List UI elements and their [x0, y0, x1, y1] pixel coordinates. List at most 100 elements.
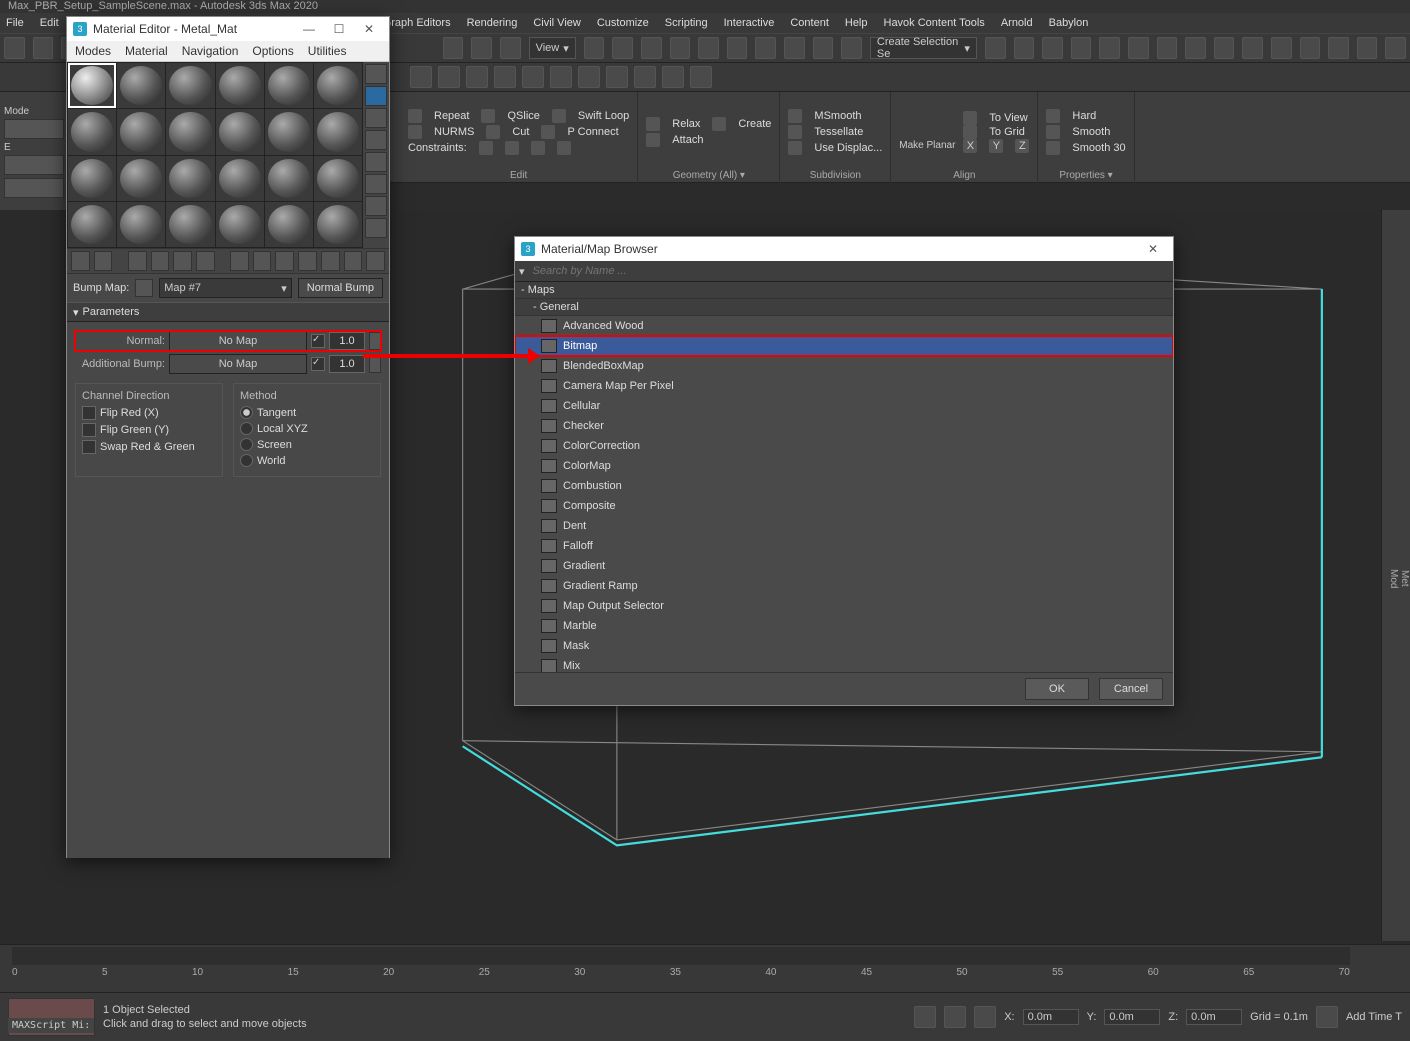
toolbar-icon[interactable] — [690, 66, 712, 88]
pconnect-button[interactable]: P Connect — [567, 126, 618, 138]
toolbar-icon[interactable] — [550, 66, 572, 88]
map-item-composite[interactable]: Composite — [515, 496, 1173, 516]
constraint-icon[interactable] — [531, 141, 545, 155]
put-to-scene-icon[interactable] — [94, 251, 113, 271]
search-input[interactable] — [531, 264, 1169, 278]
sample-slot[interactable] — [117, 63, 165, 108]
msmooth-button[interactable]: MSmooth — [814, 110, 861, 122]
map-item-marble[interactable]: Marble — [515, 616, 1173, 636]
material-editor-titlebar[interactable]: 3 Material Editor - Metal_Mat — ☐ ✕ — [67, 17, 389, 41]
sample-slot[interactable] — [216, 63, 264, 108]
me-menu-navigation[interactable]: Navigation — [182, 44, 239, 58]
time-tag-icon[interactable] — [1316, 1006, 1338, 1028]
toolbar-icon[interactable] — [1242, 37, 1263, 59]
go-sibling-icon[interactable] — [366, 251, 385, 271]
menu-babylon[interactable]: Babylon — [1049, 17, 1089, 29]
sample-slot[interactable] — [166, 202, 214, 247]
search-options-icon[interactable]: ▾ — [519, 265, 525, 278]
maps-header[interactable]: - Maps — [515, 282, 1173, 299]
toolbar-icon[interactable] — [1128, 37, 1149, 59]
toolbar-icon[interactable] — [1042, 37, 1063, 59]
material-map-navigator-icon[interactable] — [365, 218, 387, 238]
cut-button[interactable]: Cut — [512, 126, 529, 138]
displace-button[interactable]: Use Displac... — [814, 142, 882, 154]
map-item-checker[interactable]: Checker — [515, 416, 1173, 436]
sample-slot[interactable] — [68, 202, 116, 247]
toolbar-icon[interactable] — [606, 66, 628, 88]
spinner-arrows[interactable] — [369, 332, 381, 350]
additional-bump-button[interactable]: No Map — [169, 354, 307, 374]
toolbar-icon[interactable] — [698, 37, 719, 59]
smooth-button[interactable]: Smooth — [1072, 126, 1110, 138]
isolate-icon[interactable] — [914, 1006, 936, 1028]
makeplanar-icon[interactable] — [915, 114, 939, 138]
create-icon[interactable] — [712, 117, 726, 131]
sample-type-icon[interactable] — [365, 64, 387, 84]
togrid-icon[interactable] — [963, 125, 977, 139]
browser-titlebar[interactable]: 3 Material/Map Browser ✕ — [515, 237, 1173, 261]
map-item-gradient-ramp[interactable]: Gradient Ramp — [515, 576, 1173, 596]
swiftloop-icon[interactable] — [552, 109, 566, 123]
map-item-mix[interactable]: Mix — [515, 656, 1173, 672]
maximize-button[interactable]: ☐ — [325, 20, 353, 38]
toolbar-icon[interactable] — [466, 66, 488, 88]
tangent-radio[interactable] — [240, 406, 253, 419]
menu-scripting[interactable]: Scripting — [665, 17, 708, 29]
x-field[interactable]: 0.0m — [1023, 1009, 1079, 1025]
map-name-dropdown[interactable]: Map #7▾ — [159, 278, 292, 298]
toolbar-icon[interactable] — [1099, 37, 1120, 59]
timeline[interactable]: 0510152025303540455055606570 — [0, 944, 1410, 993]
map-item-colorcorrection[interactable]: ColorCorrection — [515, 436, 1173, 456]
relax-button[interactable]: Relax — [672, 118, 700, 130]
smooth-icon[interactable] — [1046, 125, 1060, 139]
relax-icon[interactable] — [646, 117, 660, 131]
nurms-icon[interactable] — [408, 125, 422, 139]
map-item-dent[interactable]: Dent — [515, 516, 1173, 536]
create-button[interactable]: Create — [738, 118, 771, 130]
make-unique-icon[interactable] — [230, 251, 249, 271]
left-tool[interactable] — [4, 155, 64, 175]
toolbar-icon[interactable] — [33, 37, 54, 59]
go-parent-icon[interactable] — [344, 251, 363, 271]
me-menu-options[interactable]: Options — [252, 44, 293, 58]
menu-rendering[interactable]: Rendering — [467, 17, 518, 29]
toolbar-icon[interactable] — [727, 37, 748, 59]
toolbar-icon[interactable] — [784, 37, 805, 59]
toolbar-icon[interactable] — [670, 37, 691, 59]
tessellate-button[interactable]: Tessellate — [814, 126, 863, 138]
pconnect-icon[interactable] — [541, 125, 555, 139]
left-tool[interactable] — [4, 119, 64, 139]
displace-icon[interactable] — [788, 141, 802, 155]
cancel-button[interactable]: Cancel — [1099, 678, 1163, 700]
toolbar-icon[interactable] — [755, 37, 776, 59]
toolbar-icon[interactable] — [1185, 37, 1206, 59]
smooth30-icon[interactable] — [1046, 141, 1060, 155]
toolbar-icon[interactable] — [584, 37, 605, 59]
toolbar-icon[interactable] — [634, 66, 656, 88]
select-by-material-icon[interactable] — [365, 196, 387, 216]
reference-coord-dropdown[interactable]: View▾ — [529, 37, 576, 59]
toolbar-icon[interactable] — [522, 66, 544, 88]
makeplanar-button[interactable]: Make Planar — [899, 140, 955, 151]
cut-icon[interactable] — [486, 125, 500, 139]
sample-slot[interactable] — [166, 156, 214, 201]
general-header[interactable]: - General — [515, 299, 1173, 316]
sample-slot[interactable] — [314, 109, 362, 154]
sample-slot[interactable] — [314, 202, 362, 247]
toolbar-icon[interactable] — [438, 66, 460, 88]
show-end-result-icon[interactable] — [321, 251, 340, 271]
map-item-falloff[interactable]: Falloff — [515, 536, 1173, 556]
maxscript-listener[interactable]: MAXScript Mi: — [8, 1018, 94, 1033]
minimize-button[interactable]: — — [295, 20, 323, 38]
toolbar-icon[interactable] — [813, 37, 834, 59]
toolbar-icon[interactable] — [985, 37, 1006, 59]
selection-set-dropdown[interactable]: Create Selection Se▾ — [870, 37, 977, 59]
smooth30-button[interactable]: Smooth 30 — [1072, 142, 1125, 154]
additional-amount-spinner[interactable]: 1.0 — [329, 355, 365, 373]
map-item-camera-map-per-pixel[interactable]: Camera Map Per Pixel — [515, 376, 1173, 396]
menu-edit[interactable]: Edit — [40, 17, 59, 29]
eyedropper-icon[interactable] — [135, 279, 153, 297]
backlight-icon[interactable] — [365, 86, 387, 106]
toolbar-icon[interactable] — [578, 66, 600, 88]
toolbar-icon[interactable] — [1071, 37, 1092, 59]
